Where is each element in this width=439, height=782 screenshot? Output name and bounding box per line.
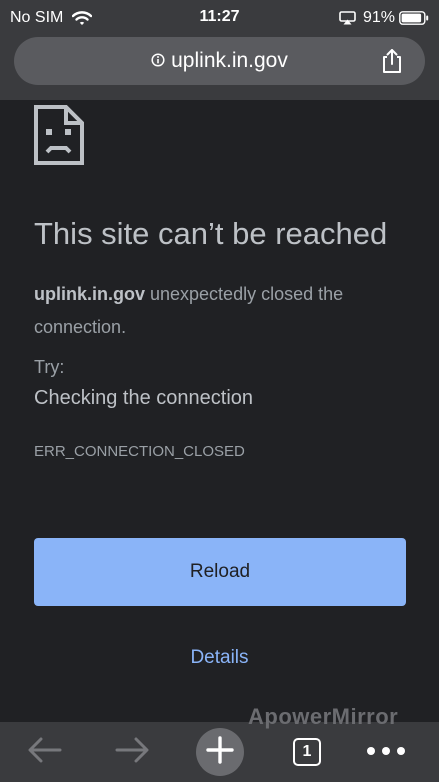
back-button[interactable] — [20, 722, 70, 782]
bottom-toolbar: 1 — [0, 722, 439, 782]
battery-icon — [399, 11, 429, 30]
error-code: ERR_CONNECTION_CLOSED — [34, 443, 245, 460]
arrow-left-icon — [27, 736, 63, 769]
new-tab-button[interactable] — [195, 722, 245, 782]
watermark: ApowerMirror — [248, 704, 399, 729]
tab-count: 1 — [293, 738, 321, 766]
info-icon[interactable] — [151, 49, 165, 73]
suggestion-item: Checking the connection — [34, 387, 254, 409]
details-button[interactable]: Details — [0, 647, 439, 669]
plus-icon — [205, 735, 235, 770]
url-text[interactable]: uplink.in.gov — [171, 49, 288, 73]
error-page: This site can’t be reached uplink.in.gov… — [0, 100, 439, 722]
sad-page-icon — [34, 105, 84, 170]
try-label: Try: — [34, 357, 65, 377]
menu-button[interactable] — [360, 722, 412, 782]
top-chrome: No SIM 11:27 91% uplink.in.gov — [0, 0, 439, 100]
share-icon[interactable] — [380, 48, 404, 79]
reload-button[interactable]: Reload — [34, 538, 406, 606]
tab-switcher-button[interactable]: 1 — [282, 722, 332, 782]
error-host: uplink.in.gov — [34, 284, 145, 304]
forward-button[interactable] — [107, 722, 157, 782]
status-bar: No SIM 11:27 91% — [0, 0, 439, 34]
arrow-right-icon — [114, 736, 150, 769]
address-bar[interactable]: uplink.in.gov — [14, 37, 425, 85]
battery-percent: 91% — [363, 9, 396, 26]
error-title: This site can’t be reached — [34, 216, 388, 251]
more-dots-icon — [366, 743, 406, 761]
error-message: uplink.in.gov unexpectedly closed the co… — [34, 278, 406, 344]
screen-mirroring-icon — [339, 11, 356, 30]
